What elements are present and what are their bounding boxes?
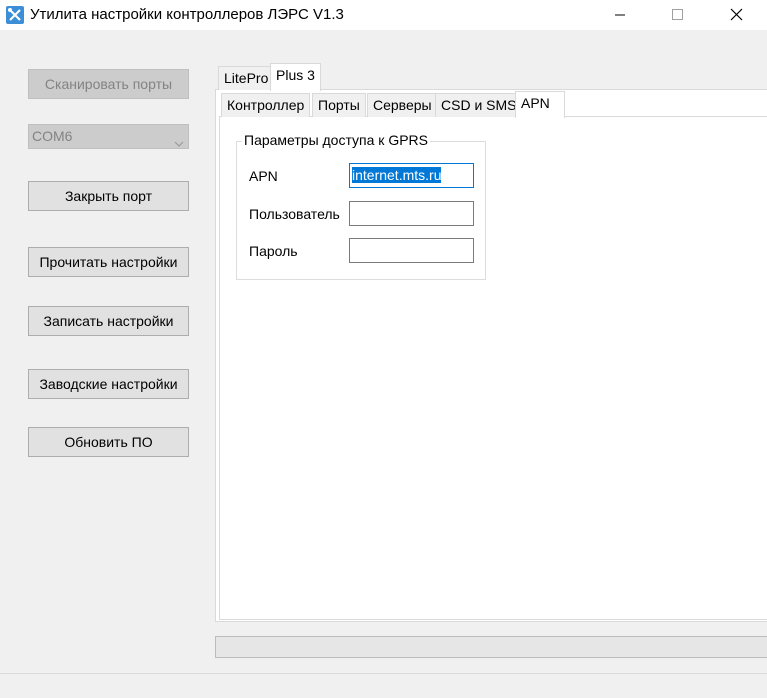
scan-ports-button[interactable]: Сканировать порты (28, 69, 189, 99)
tab-litepro[interactable]: LitePro (218, 66, 275, 90)
gprs-group-title: Параметры доступа к GPRS (242, 132, 430, 148)
title-bar: Утилита настройки контроллеров ЛЭРС V1.3 (0, 0, 767, 30)
password-label: Пароль (249, 243, 298, 259)
maximize-icon[interactable] (655, 0, 701, 30)
password-input[interactable] (349, 238, 474, 263)
bottom-divider (0, 673, 767, 674)
window-title: Утилита настройки контроллеров ЛЭРС V1.3 (30, 6, 344, 23)
close-port-button[interactable]: Закрыть порт (28, 181, 189, 211)
apn-input[interactable]: internet.mts.ru (349, 163, 474, 188)
tab-plus3[interactable]: Plus 3 (270, 63, 321, 91)
tools-icon (6, 6, 24, 24)
chevron-down-icon (174, 132, 184, 155)
close-icon[interactable] (713, 0, 759, 30)
port-select[interactable]: COM6 (28, 124, 189, 149)
tab-apn[interactable]: APN (515, 91, 565, 118)
minimize-icon[interactable] (597, 0, 643, 30)
tab-servers[interactable]: Серверы (367, 93, 438, 117)
tab-controller[interactable]: Контроллер (221, 93, 311, 117)
port-select-value: COM6 (32, 128, 73, 144)
tab-ports[interactable]: Порты (312, 93, 366, 117)
read-settings-button[interactable]: Прочитать настройки (28, 247, 189, 277)
status-bar (215, 636, 767, 658)
apn-input-value: internet.mts.ru (352, 167, 442, 183)
apn-label: APN (249, 168, 278, 184)
tab-csd-sms[interactable]: CSD и SMS (435, 93, 523, 117)
user-input[interactable] (349, 201, 474, 226)
user-label: Пользователь (249, 206, 340, 222)
update-firmware-button[interactable]: Обновить ПО (28, 427, 189, 457)
factory-settings-button[interactable]: Заводские настройки (28, 369, 189, 399)
write-settings-button[interactable]: Записать настройки (28, 306, 189, 336)
